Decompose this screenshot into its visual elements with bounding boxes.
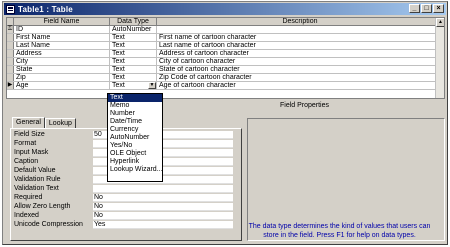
header-selector <box>7 18 14 25</box>
maximize-button[interactable]: □ <box>421 4 432 13</box>
property-label: Caption <box>14 158 39 165</box>
key-icon[interactable]: ⚿ <box>7 26 14 33</box>
dropdown-option[interactable]: Currency <box>108 126 162 134</box>
table-row[interactable]: Address Text Address of cartoon characte… <box>7 50 444 58</box>
header-data-type: Data Type <box>110 18 157 25</box>
field-name-cell[interactable]: City <box>14 58 110 65</box>
table-design-window: Table1 : Table _ □ × Field Name Data Typ… <box>2 1 448 245</box>
field-name-cell[interactable]: First Name <box>14 34 110 41</box>
chevron-down-icon[interactable]: ▼ <box>148 82 156 89</box>
data-type-value: Text <box>112 82 125 89</box>
help-panel: The data type determines the kind of val… <box>247 118 445 241</box>
data-type-cell[interactable]: Text <box>110 42 157 49</box>
table-row[interactable]: City Text City of cartoon character <box>7 58 444 66</box>
data-type-cell[interactable]: Text <box>110 58 157 65</box>
data-type-cell[interactable]: Text <box>110 50 157 57</box>
grid-header: Field Name Data Type Description <box>7 18 444 26</box>
description-cell[interactable] <box>157 26 444 33</box>
data-type-cell[interactable]: Text <box>110 34 157 41</box>
table-icon[interactable] <box>6 4 15 14</box>
property-label: Indexed <box>14 212 39 219</box>
property-row[interactable]: Indexed No <box>13 212 233 220</box>
title-bar[interactable]: Table1 : Table _ □ × <box>4 3 446 15</box>
field-name-cell[interactable]: Address <box>14 50 110 57</box>
property-label: Format <box>14 140 37 147</box>
dropdown-option[interactable]: Memo <box>108 102 162 110</box>
property-label: Validation Text <box>14 185 59 192</box>
dropdown-option[interactable]: Hyperlink <box>108 158 162 166</box>
description-cell[interactable]: Last name of cartoon character <box>157 42 444 49</box>
field-grid: Field Name Data Type Description ⚿ ID Au… <box>6 17 445 99</box>
property-row[interactable]: Validation Text <box>13 185 233 193</box>
description-cell[interactable]: First name of cartoon character <box>157 34 444 41</box>
table-row[interactable]: Last Name Text Last name of cartoon char… <box>7 42 444 50</box>
row-selector[interactable] <box>7 66 14 73</box>
field-name-cell[interactable]: ID <box>14 26 110 33</box>
tab-general[interactable]: General <box>12 117 45 128</box>
row-pointer-icon[interactable]: ▶ <box>7 82 14 89</box>
field-properties-title: Field Properties <box>279 102 330 109</box>
property-row[interactable]: Required No <box>13 194 233 202</box>
dropdown-option[interactable]: Text <box>108 94 162 102</box>
property-label: Validation Rule <box>14 176 61 183</box>
description-cell[interactable]: Address of cartoon character <box>157 50 444 57</box>
property-label: Unicode Compression <box>14 221 83 228</box>
field-name-cell[interactable]: Last Name <box>14 42 110 49</box>
property-value[interactable]: Yes <box>93 221 233 229</box>
dropdown-option[interactable]: AutoNumber <box>108 134 162 142</box>
property-row[interactable]: Unicode Compression Yes <box>13 221 233 229</box>
property-row[interactable]: Allow Zero Length No <box>13 203 233 211</box>
field-name-cell[interactable]: Age <box>14 82 110 89</box>
field-name-cell[interactable]: Zip <box>14 74 110 81</box>
property-label: Default Value <box>14 167 56 174</box>
property-tabs: General Lookup <box>12 117 76 128</box>
property-value[interactable]: No <box>93 194 233 202</box>
window-title: Table1 : Table <box>18 4 73 14</box>
row-selector[interactable] <box>7 58 14 65</box>
description-cell[interactable]: City of cartoon character <box>157 58 444 65</box>
row-selector[interactable] <box>7 34 14 41</box>
property-label: Required <box>14 194 43 201</box>
dropdown-option[interactable]: Date/Time <box>108 118 162 126</box>
tab-lookup[interactable]: Lookup <box>44 118 76 128</box>
description-cell[interactable]: Zip Code of cartoon character <box>157 74 444 81</box>
dropdown-option[interactable]: Yes/No <box>108 142 162 150</box>
table-row[interactable]: ▶ Age Text ▼ Age of cartoon character <box>7 82 444 90</box>
field-name-cell[interactable]: State <box>14 66 110 73</box>
table-row[interactable]: ⚿ ID AutoNumber <box>7 26 444 34</box>
property-label: Input Mask <box>14 149 49 156</box>
window-controls: _ □ × <box>409 4 444 13</box>
scroll-up-icon[interactable]: ▲ <box>436 18 444 27</box>
data-type-cell[interactable]: Text <box>110 74 157 81</box>
header-description: Description <box>157 18 444 25</box>
data-type-cell[interactable]: AutoNumber <box>110 26 157 33</box>
dropdown-option[interactable]: Number <box>108 110 162 118</box>
description-cell[interactable]: Age of cartoon character <box>157 82 444 89</box>
row-selector[interactable] <box>7 50 14 57</box>
close-button[interactable]: × <box>433 4 444 13</box>
data-type-combo[interactable]: Text ▼ <box>110 82 157 89</box>
data-type-cell[interactable]: Text <box>110 66 157 73</box>
header-field-name: Field Name <box>14 18 110 25</box>
dropdown-option[interactable]: Lookup Wizard... <box>108 166 163 174</box>
description-cell[interactable]: State of cartoon character <box>157 66 444 73</box>
vertical-scrollbar[interactable]: ▲ <box>435 18 444 98</box>
property-label: Allow Zero Length <box>14 203 71 210</box>
row-selector[interactable] <box>7 74 14 81</box>
row-selector[interactable] <box>7 42 14 49</box>
minimize-button[interactable]: _ <box>409 4 420 13</box>
property-value[interactable]: No <box>93 203 233 211</box>
data-type-dropdown-list[interactable]: Text Memo Number Date/Time Currency Auto… <box>107 93 163 182</box>
help-text: The data type determines the kind of val… <box>248 223 431 239</box>
property-value[interactable]: No <box>93 212 233 220</box>
table-row[interactable]: First Name Text First name of cartoon ch… <box>7 34 444 42</box>
property-value[interactable] <box>93 185 233 193</box>
dropdown-option[interactable]: OLE Object <box>108 150 162 158</box>
table-row[interactable]: Zip Text Zip Code of cartoon character <box>7 74 444 82</box>
property-label: Field Size <box>14 131 45 138</box>
table-row[interactable]: State Text State of cartoon character <box>7 66 444 74</box>
